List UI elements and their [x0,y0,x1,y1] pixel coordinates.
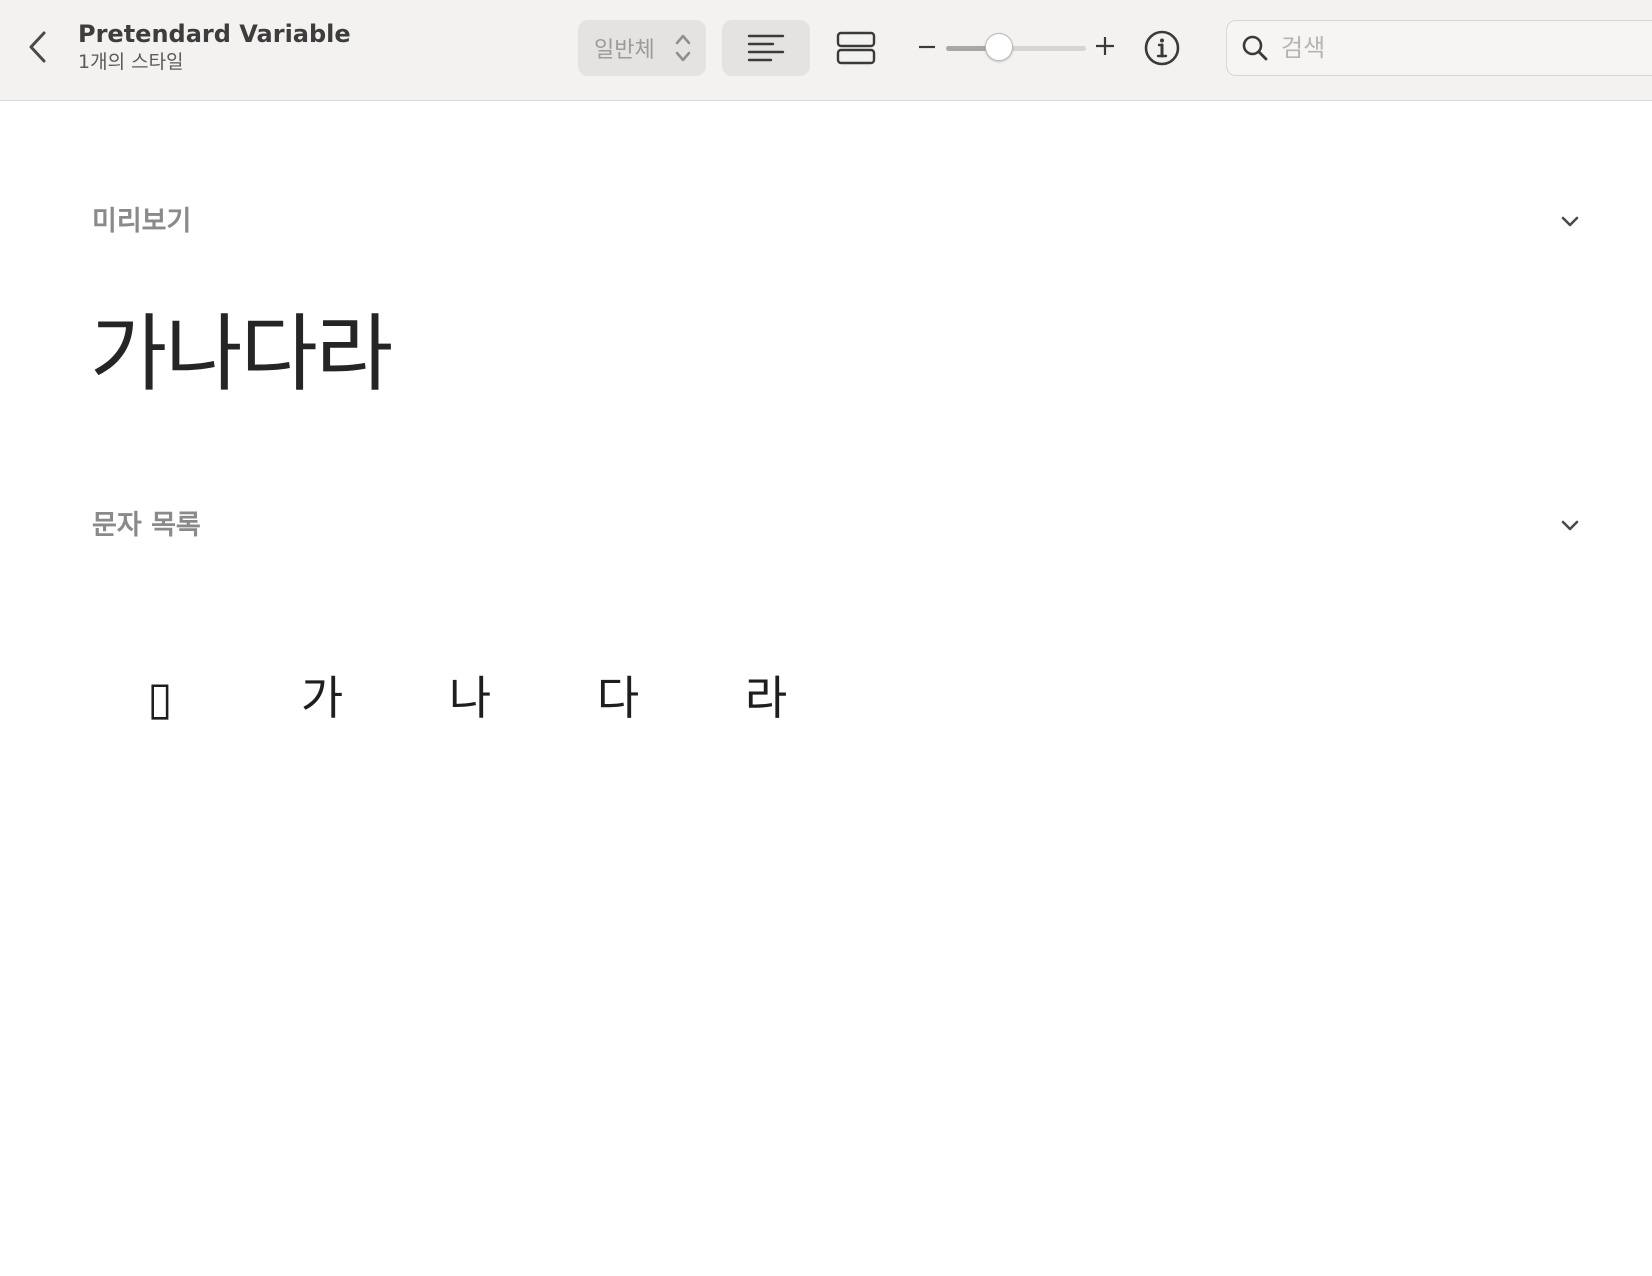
list-view-button[interactable] [722,20,810,76]
font-family-title: Pretendard Variable [78,20,351,48]
chevron-left-icon [29,31,46,63]
toolbar: Pretendard Variable 1개의 스타일 일반체 [0,0,1652,101]
plus-icon [1096,37,1114,55]
style-select-value: 일반체 [594,38,655,63]
preview-section-title: 미리보기 [92,206,192,237]
minus-icon [919,45,935,49]
info-button[interactable] [1142,28,1182,68]
chevron-up-down-icon [675,34,691,62]
search-input[interactable] [1281,34,1641,62]
search-field[interactable] [1226,20,1652,76]
character-cell[interactable]: 가 [262,664,382,732]
style-select[interactable]: 일반체 [578,20,706,76]
zoom-slider[interactable] [946,46,1086,51]
character-cell[interactable]: 다 [558,664,678,732]
rows-icon [836,31,876,65]
preview-sample-text: 가나다라 [90,305,393,403]
info-circle-icon [1144,30,1180,66]
zoom-out-button[interactable] [916,32,938,62]
chevron-down-icon[interactable] [1558,516,1582,536]
zoom-slider-thumb[interactable] [985,33,1014,61]
charset-section-title: 문자 목록 [92,510,201,541]
preview-section-header[interactable]: 미리보기 [92,202,1582,242]
zoom-in-button[interactable] [1092,30,1118,62]
style-count-subtitle: 1개의 스타일 [78,51,184,73]
text-align-left-icon [747,34,785,62]
character-cell[interactable]: 나 [410,664,530,732]
chevron-down-icon[interactable] [1558,212,1582,232]
character-cell[interactable]: 라 [706,664,826,732]
search-icon [1242,35,1268,61]
character-cell[interactable]: ▯ [100,664,220,732]
grid-view-button[interactable] [818,20,894,76]
charset-section-header[interactable]: 문자 목록 [92,506,1582,546]
title-block: Pretendard Variable 1개의 스타일 [78,18,351,74]
back-button[interactable] [22,26,54,68]
